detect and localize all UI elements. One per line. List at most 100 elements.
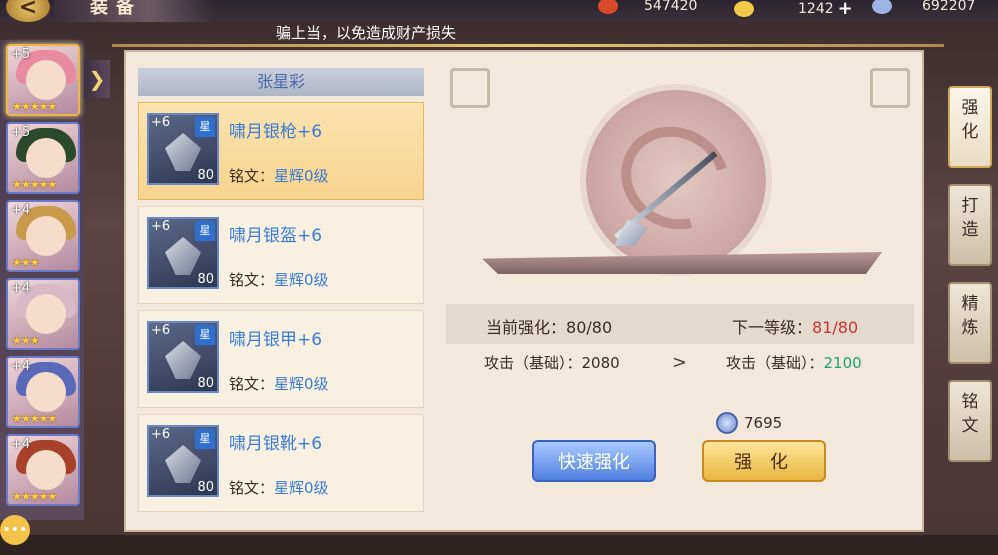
tab-enhance-label: 强化 <box>961 98 979 142</box>
inscription: 铭文：星辉0级 <box>229 269 329 290</box>
equipment-item[interactable]: +6 星 80 啸月银靴+6 铭文：星辉0级 <box>138 414 424 512</box>
hero-stars: ★★★★★ <box>12 178 57 191</box>
inscription-label: 铭文： <box>229 167 275 185</box>
helmet-icon <box>165 237 201 275</box>
corner-ornament <box>870 68 910 108</box>
tab-refine[interactable]: 精炼 <box>948 282 992 364</box>
resource-silver: 692207 <box>872 0 975 14</box>
item-level: 80 <box>197 480 214 495</box>
inscription-label: 铭文： <box>229 375 275 393</box>
attack-current: 攻击（基础）：2080 <box>484 352 620 373</box>
equipment-item[interactable]: +6 星 80 啸月银枪+6 铭文：星辉0级 <box>138 102 424 200</box>
next-level: 下一等级：81/80 <box>732 314 858 338</box>
page-title: 装备 <box>54 0 214 22</box>
star-badge: 星 <box>195 429 215 449</box>
hero-level: +5 <box>11 47 31 62</box>
equipment-thumbnail: +6 星 80 <box>147 113 219 185</box>
current-enhance-label: 当前强化： <box>486 318 567 337</box>
current-enhance: 当前强化：80/80 <box>486 314 612 338</box>
equipment-list: 张星彩 +6 星 80 啸月银枪+6 铭文：星辉0级 +6 星 80 啸月银盔+… <box>134 64 430 530</box>
hero-level: +5 <box>11 125 31 140</box>
hero-face <box>26 138 66 178</box>
star-badge: 星 <box>195 221 215 241</box>
resource-gold: 1242 + <box>734 0 853 19</box>
add-gold-button[interactable]: + <box>838 0 853 19</box>
hero-slot[interactable]: +5 ★★★★★ <box>6 122 80 194</box>
attack-current-label: 攻击（基础）： <box>484 354 582 372</box>
hero-slot[interactable]: +4 ★★★★★ <box>6 356 80 428</box>
enhance-level: +6 <box>151 115 171 130</box>
equipment-item[interactable]: +6 星 80 啸月银盔+6 铭文：星辉0级 <box>138 206 424 304</box>
boots-icon <box>165 445 201 483</box>
inscription: 铭文：星辉0级 <box>229 165 329 186</box>
star-badge: 星 <box>195 117 215 137</box>
inscription-value: 星辉0级 <box>274 479 329 497</box>
tab-inscription-label: 铭文 <box>961 392 979 436</box>
armor-icon <box>165 341 201 379</box>
inscription: 铭文：星辉0级 <box>229 373 329 394</box>
hero-stars: ★★★★★ <box>12 490 57 503</box>
hero-level: +4 <box>11 437 31 452</box>
hero-level: +4 <box>11 281 31 296</box>
enhance-level: +6 <box>151 323 171 338</box>
hero-face <box>26 372 66 412</box>
equipment-name: 啸月银枪+6 <box>229 122 323 142</box>
current-enhance-value: 80/80 <box>566 318 613 337</box>
enhance-level: +6 <box>151 219 171 234</box>
hero-slot[interactable]: +4 ★★★ <box>6 200 80 272</box>
equipment-thumbnail: +6 星 80 <box>147 217 219 289</box>
inscription-label: 铭文： <box>229 479 275 497</box>
equipment-item[interactable]: +6 星 80 啸月银甲+6 铭文：星辉0级 <box>138 310 424 408</box>
hero-stars: ★★★★★ <box>12 412 57 425</box>
inscription-label: 铭文： <box>229 271 275 289</box>
inscription-value: 星辉0级 <box>274 375 329 393</box>
hero-slot[interactable]: +4 ★★★ <box>6 278 80 350</box>
silver-value: 692207 <box>922 0 976 14</box>
hero-stars: ★★★★★ <box>12 100 57 113</box>
next-level-value: 81/80 <box>812 318 859 337</box>
gold-ingot-icon <box>734 0 754 17</box>
enhance-level: +6 <box>151 427 171 442</box>
hero-face <box>26 60 66 100</box>
cost-value: 7695 <box>744 414 783 432</box>
hero-stars: ★★★ <box>12 334 40 347</box>
tab-inscription[interactable]: 铭文 <box>948 380 992 462</box>
equipment-name: 啸月银靴+6 <box>229 434 323 454</box>
dragon-emblem <box>586 90 766 270</box>
arrow-right-icon: > <box>672 352 688 373</box>
character-name-header: 张星彩 <box>138 68 424 96</box>
enhance-button[interactable]: 强 化 <box>702 440 826 482</box>
hero-face <box>26 450 66 490</box>
hero-slot[interactable]: +4 ★★★★★ <box>6 434 80 506</box>
attack-next-label: 攻击（基础）： <box>726 354 824 372</box>
back-arrow-icon: < <box>18 0 38 20</box>
chat-button[interactable]: ••• <box>0 515 30 545</box>
attack-current-value: 2080 <box>581 354 620 372</box>
hero-slot[interactable]: +5 ★★★★★ <box>6 44 80 116</box>
star-badge: 星 <box>195 325 215 345</box>
item-level: 80 <box>197 272 214 287</box>
hero-stars: ★★★ <box>12 256 40 269</box>
chat-bubble-icon: ••• <box>2 522 28 538</box>
equipment-thumbnail: +6 星 80 <box>147 321 219 393</box>
chevron-right-icon: ❯ <box>88 67 106 91</box>
equipment-name: 啸月银甲+6 <box>229 330 323 350</box>
inscription-value: 星辉0级 <box>274 271 329 289</box>
attack-next-value: 2100 <box>823 354 862 372</box>
resource-battle-power: 547420 <box>598 0 697 14</box>
hero-face <box>26 216 66 256</box>
equipment-thumbnail: +6 星 80 <box>147 425 219 497</box>
expand-arrow-button[interactable]: ❯ <box>84 60 110 98</box>
battle-power-value: 547420 <box>644 0 698 14</box>
corner-ornament <box>450 68 490 108</box>
battle-power-icon <box>598 0 618 14</box>
gold-divider <box>112 44 944 47</box>
tab-forge-label: 打造 <box>961 196 979 240</box>
tab-enhance[interactable]: 强化 <box>948 86 992 168</box>
scrolling-notice: 骗上当，以免造成财产损失 <box>276 24 457 42</box>
next-level-label: 下一等级： <box>732 318 813 337</box>
hero-face <box>26 294 66 334</box>
tab-forge[interactable]: 打造 <box>948 184 992 266</box>
silver-coin-icon <box>872 0 892 14</box>
quick-enhance-button[interactable]: 快速强化 <box>532 440 656 482</box>
